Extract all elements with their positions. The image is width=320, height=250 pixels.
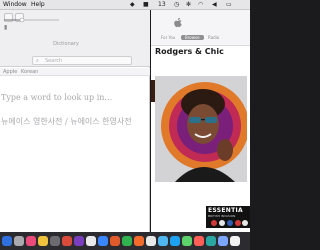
trash-icon[interactable]: [230, 236, 240, 246]
safari-icon[interactable]: [158, 236, 168, 246]
lookup-prompt: Type a word to look up in…: [1, 93, 113, 102]
itunes-icon[interactable]: [194, 236, 204, 246]
messages-icon[interactable]: [122, 236, 132, 246]
music-toolbar: For You Browse Radio: [151, 10, 250, 46]
window-title: Dictionary: [53, 41, 79, 47]
adobe-icon[interactable]: ■: [143, 1, 149, 9]
search-field[interactable]: ⌕ Search: [32, 56, 132, 65]
tab-korean[interactable]: Korean: [21, 69, 38, 75]
menu-window[interactable]: Window: [3, 0, 27, 10]
calendar-date-badge: 13: [158, 1, 166, 8]
photos-icon[interactable]: [26, 236, 36, 246]
volume-icon[interactable]: ◀: [212, 1, 217, 9]
chrome-icon[interactable]: [146, 236, 156, 246]
mail-icon[interactable]: [98, 236, 108, 246]
maps-icon[interactable]: [218, 236, 228, 246]
tab-radio[interactable]: Radio: [208, 35, 219, 40]
finder-icon[interactable]: [2, 236, 12, 246]
hero-heading: Rodgers & Chic: [155, 47, 224, 56]
font-size-increase-button[interactable]: ▮: [4, 24, 7, 31]
books-icon[interactable]: [134, 236, 144, 246]
playlist-tile-subtitle: BRITISH INVASION: [208, 214, 236, 218]
contacts-icon[interactable]: [86, 236, 96, 246]
bluetooth-icon[interactable]: ✻: [186, 1, 191, 9]
menu-bar: Window Help ◆ ■ 13 ◷ ✻ ◠ ◀ ▭: [0, 0, 250, 10]
calendar-app-icon[interactable]: [62, 236, 72, 246]
music-window: For You Browse Radio Rodgers & Chic ESSE…: [151, 10, 250, 232]
time-machine-icon[interactable]: ◷: [174, 1, 179, 9]
notes-icon[interactable]: [38, 236, 48, 246]
battery-icon[interactable]: ▭: [226, 1, 232, 9]
wifi-icon[interactable]: ◠: [198, 1, 203, 9]
dictionary-sources: 뉴에이스 영한사전 / 뉴에이스 한영사전: [1, 117, 132, 126]
dropbox-icon[interactable]: ◆: [130, 1, 135, 9]
volume-slider[interactable]: [4, 17, 64, 23]
tab-for-you[interactable]: For You: [161, 35, 175, 40]
app-store-icon[interactable]: [170, 236, 180, 246]
playlist-tile[interactable]: ESSENTIA BRITISH INVASION: [206, 206, 250, 228]
playlist-tile-art: [211, 220, 248, 226]
apple-logo-icon: [174, 18, 182, 28]
playlist-tile-title: ESSENTIA: [208, 207, 243, 214]
search-icon: ⌕: [36, 58, 39, 64]
menu-help[interactable]: Help: [31, 0, 45, 10]
music-app-icon[interactable]: [110, 236, 120, 246]
dictionary-window: ▮ ▮ Dictionary ⌕ Search Apple Korean Typ…: [0, 10, 150, 232]
calendar-icon[interactable]: 13: [158, 1, 166, 9]
search-placeholder: Search: [45, 58, 63, 64]
tab-browse[interactable]: Browse: [181, 35, 204, 40]
featured-artist-image[interactable]: [155, 76, 247, 182]
system-preferences-icon[interactable]: [50, 236, 60, 246]
tab-apple[interactable]: Apple: [3, 69, 17, 75]
launchpad-icon[interactable]: [14, 236, 24, 246]
podcasts-icon[interactable]: [74, 236, 84, 246]
dictionary-toolbar: ▮ ▮ Dictionary ⌕ Search: [0, 10, 150, 67]
dock: [0, 232, 250, 250]
facetime-icon[interactable]: [182, 236, 192, 246]
numbers-icon[interactable]: [206, 236, 216, 246]
dictionary-source-tabs: Apple Korean: [0, 68, 150, 76]
